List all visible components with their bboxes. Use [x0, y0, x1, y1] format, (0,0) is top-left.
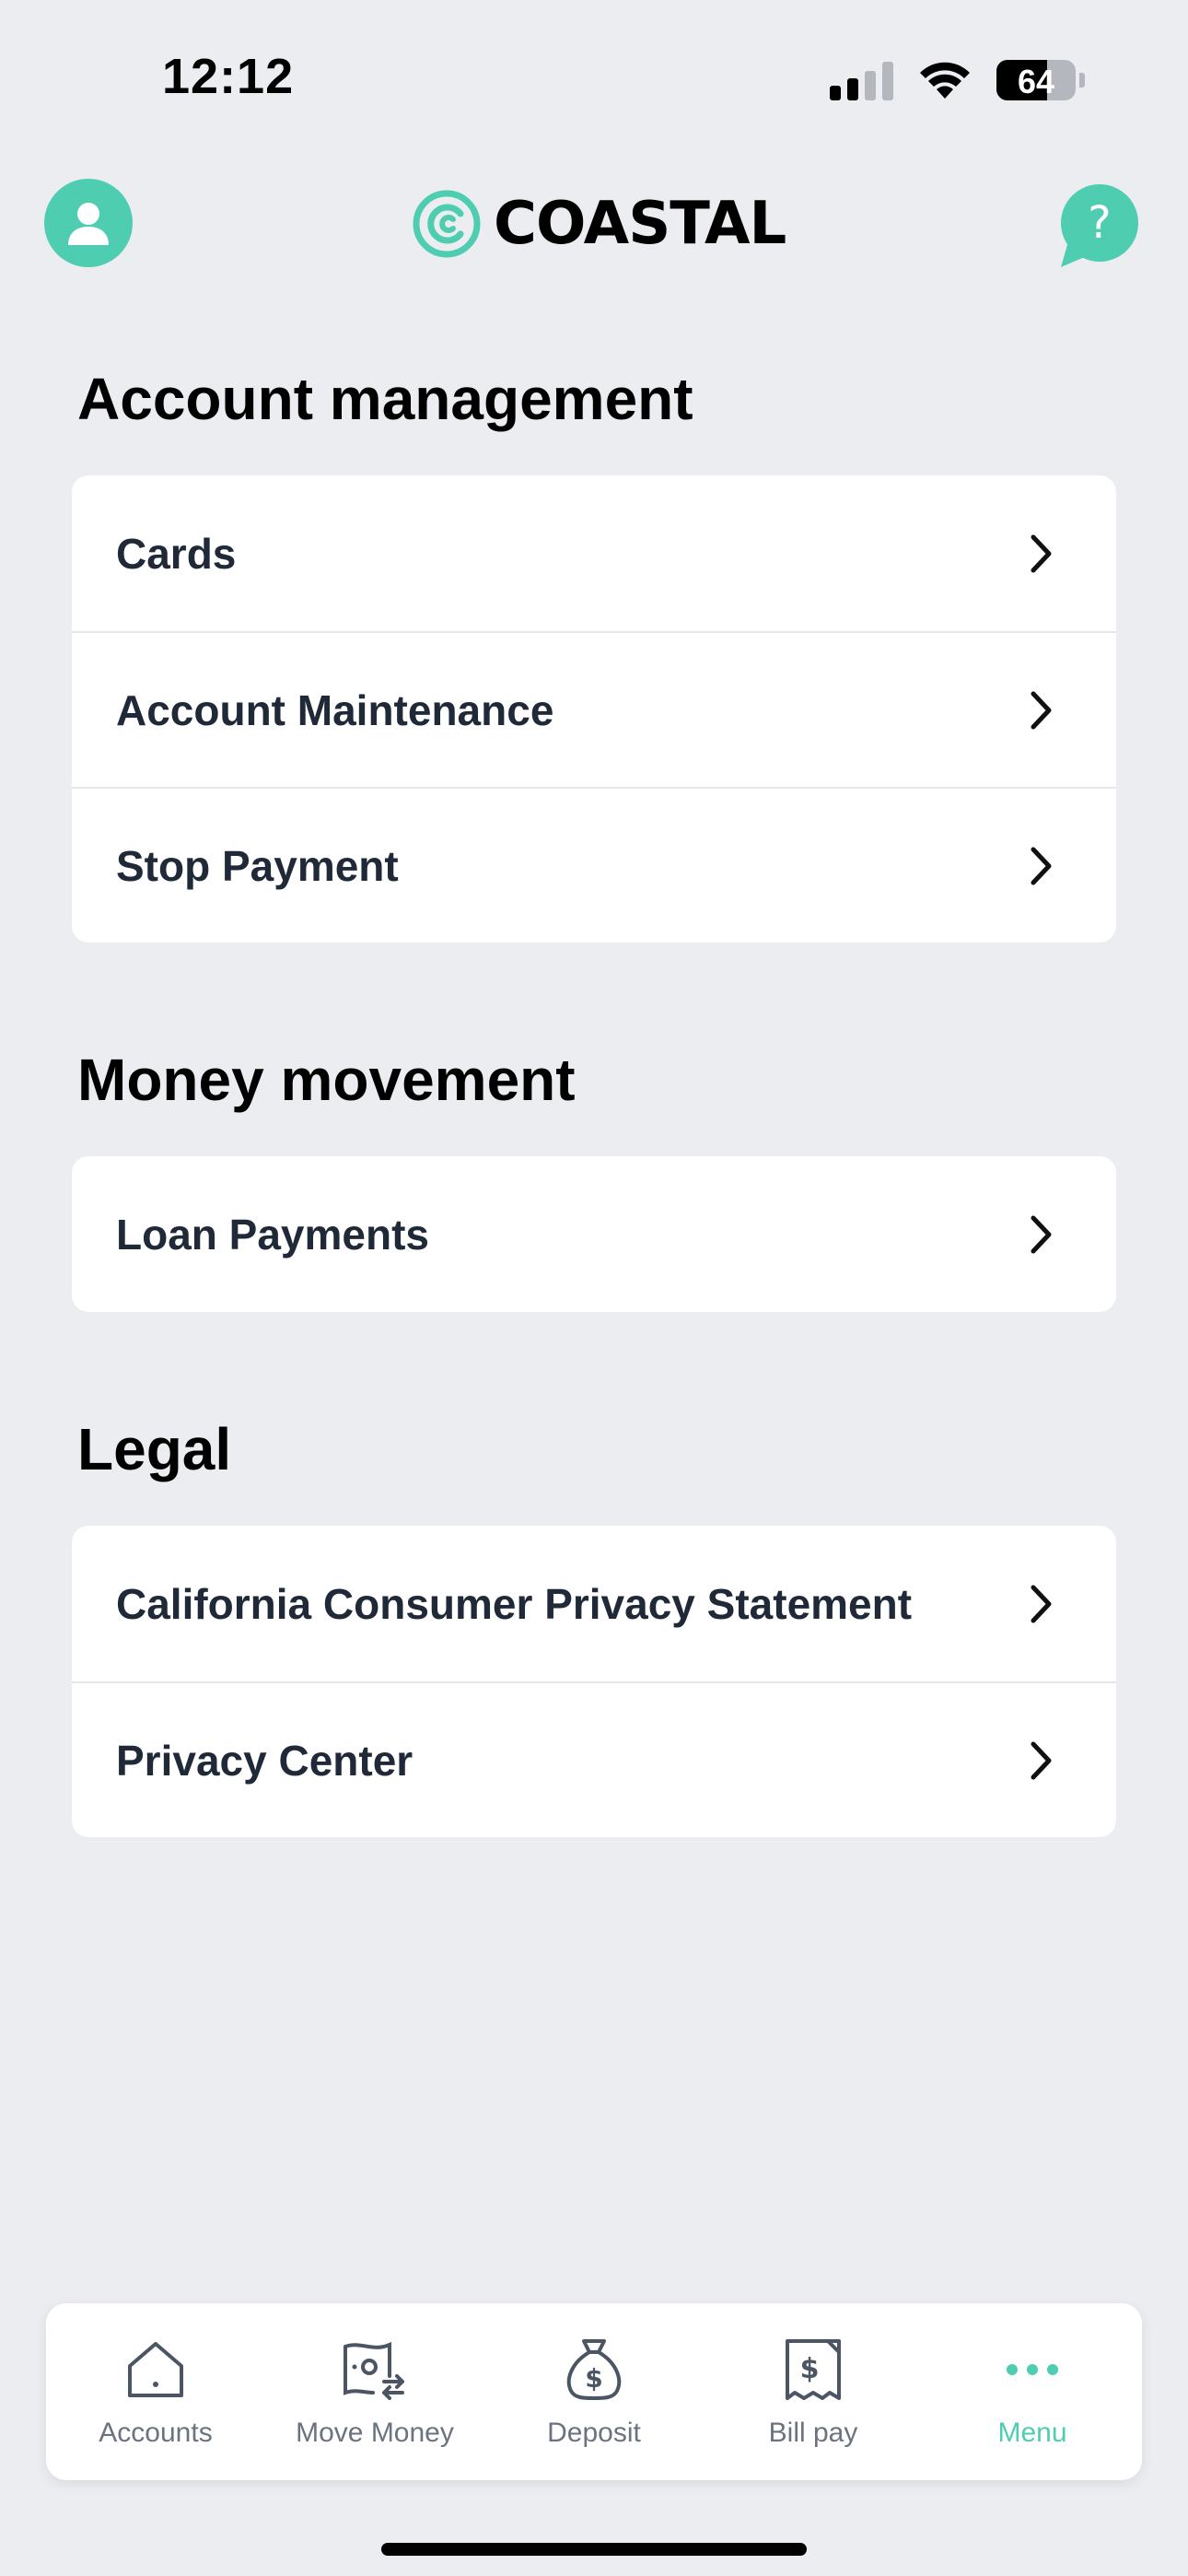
tab-label: Bill pay [768, 2418, 858, 2448]
menu-item-label: Privacy Center [116, 1736, 413, 1785]
tab-label: Deposit [547, 2418, 641, 2448]
battery-icon: 64 [996, 60, 1076, 100]
money-bag-icon: $ [566, 2339, 622, 2400]
menu-screen: 12:12 64 COASTAL ? Account management Ca… [0, 0, 1188, 2576]
tab-label: Menu [997, 2418, 1067, 2448]
svg-text:?: ? [1088, 197, 1111, 249]
app-header: COASTAL ? [0, 175, 1188, 276]
menu-item-label: California Consumer Privacy Statement [116, 1579, 913, 1628]
account-management-card: Cards Account Maintenance Stop Payment [72, 475, 1116, 943]
chevron-right-icon [1031, 1215, 1052, 1253]
legal-card: California Consumer Privacy Statement Pr… [72, 1526, 1116, 1837]
status-icons: 64 [830, 57, 1085, 103]
svg-text:$: $ [800, 2353, 820, 2385]
tab-move-money[interactable]: Move Money [265, 2303, 484, 2480]
profile-button[interactable] [44, 179, 133, 267]
menu-item-label: Loan Payments [116, 1210, 429, 1259]
svg-text:$: $ [585, 2363, 602, 2394]
chevron-right-icon [1031, 691, 1052, 729]
battery-tip [1079, 73, 1085, 88]
money-transfer-icon [344, 2341, 404, 2400]
menu-item-account-maintenance[interactable]: Account Maintenance [72, 631, 1116, 787]
brand-name: COASTAL [494, 190, 786, 258]
menu-item-california-privacy-statement[interactable]: California Consumer Privacy Statement [72, 1526, 1116, 1681]
status-bar: 12:12 64 [0, 0, 1188, 157]
tab-accounts[interactable]: Accounts [46, 2303, 265, 2480]
home-indicator[interactable] [381, 2543, 807, 2556]
bottom-tab-bar: Accounts Move Money $ Deposit $ Bill pay… [46, 2303, 1142, 2480]
menu-item-privacy-center[interactable]: Privacy Center [72, 1681, 1116, 1837]
battery-level: 64 [1017, 63, 1055, 100]
tab-deposit[interactable]: $ Deposit [484, 2303, 704, 2480]
menu-item-label: Account Maintenance [116, 685, 554, 734]
more-dots-icon [1007, 2364, 1058, 2375]
cellular-signal-icon [830, 60, 893, 100]
question-chat-icon: ? [1061, 184, 1138, 267]
chevron-right-icon [1031, 534, 1052, 572]
money-movement-card: Loan Payments [72, 1156, 1116, 1312]
tab-bill-pay[interactable]: $ Bill pay [704, 2303, 923, 2480]
menu-item-cards[interactable]: Cards [72, 475, 1116, 631]
wifi-icon [920, 62, 970, 99]
tab-label: Move Money [296, 2418, 454, 2448]
user-icon [68, 203, 109, 245]
section-title-account-management: Account management [77, 366, 693, 432]
tab-menu[interactable]: Menu [923, 2303, 1142, 2480]
chevron-right-icon [1031, 1741, 1052, 1779]
wave-logo-icon [413, 190, 481, 258]
coastal-logo: COASTAL [413, 190, 786, 258]
menu-content: Account management Cards Account Mainten… [72, 350, 1116, 1837]
section-title-legal: Legal [77, 1416, 232, 1482]
status-time: 12:12 [162, 49, 295, 104]
receipt-icon: $ [786, 2339, 841, 2400]
help-button[interactable]: ? [1055, 184, 1140, 269]
menu-item-label: Cards [116, 529, 237, 578]
menu-item-label: Stop Payment [116, 841, 399, 890]
menu-item-loan-payments[interactable]: Loan Payments [72, 1156, 1116, 1312]
house-icon [128, 2342, 183, 2397]
menu-item-stop-payment[interactable]: Stop Payment [72, 787, 1116, 943]
chevron-right-icon [1031, 847, 1052, 884]
tab-label: Accounts [99, 2418, 213, 2448]
section-title-money-movement: Money movement [77, 1047, 576, 1113]
chevron-right-icon [1031, 1585, 1052, 1622]
